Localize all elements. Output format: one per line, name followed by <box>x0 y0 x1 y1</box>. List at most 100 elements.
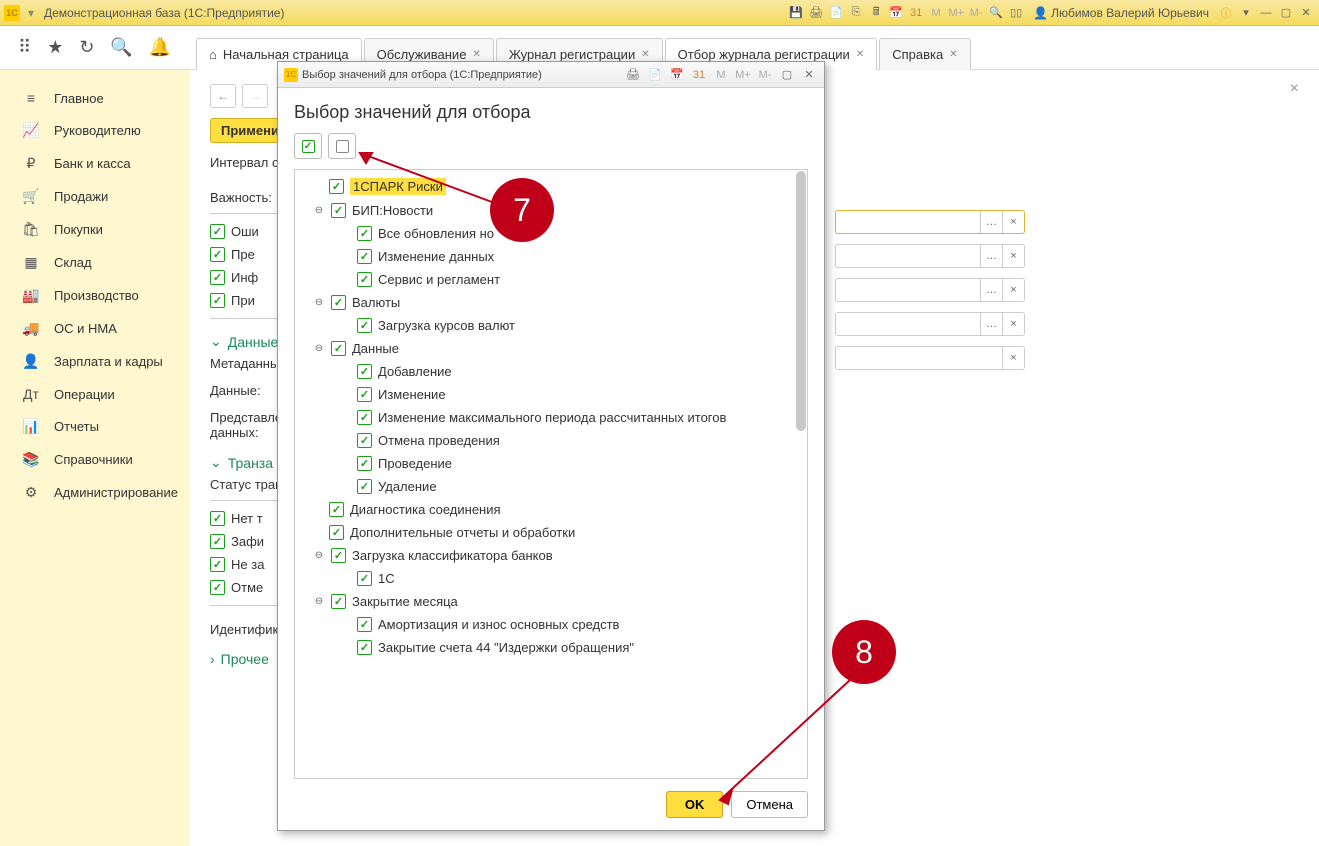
scrollbar[interactable] <box>796 171 806 431</box>
checkbox-icon[interactable]: ✓ <box>357 410 372 425</box>
tab-close-icon[interactable]: ✕ <box>856 49 864 60</box>
m-plus-icon[interactable]: M+ <box>734 69 752 81</box>
sidebar-item[interactable]: 🛍Покупки <box>0 213 190 246</box>
tree-item[interactable]: ✓Закрытие счета 44 "Издержки обращения" <box>295 636 807 659</box>
compare-icon[interactable]: ⎘ <box>847 4 865 22</box>
checkbox-icon[interactable]: ✓ <box>210 224 225 239</box>
sidebar-item[interactable]: ₽Банк и касса <box>0 147 190 180</box>
checkbox-icon[interactable]: ✓ <box>331 341 346 356</box>
expand-icon[interactable]: ⊖ <box>313 550 325 561</box>
expand-icon[interactable]: ⊖ <box>313 297 325 308</box>
info-dropdown-icon[interactable]: ▾ <box>1237 4 1255 22</box>
checkbox-icon[interactable]: ✓ <box>331 203 346 218</box>
checkbox-icon[interactable]: ✓ <box>210 580 225 595</box>
expand-icon[interactable]: ⊖ <box>313 343 325 354</box>
checkbox-icon[interactable]: ✓ <box>331 594 346 609</box>
tree-item[interactable]: ✓Проведение <box>295 452 807 475</box>
print-icon[interactable]: 🖨 <box>807 4 825 22</box>
checkbox-icon[interactable]: ✓ <box>357 272 372 287</box>
checkbox-icon[interactable]: ✓ <box>357 456 372 471</box>
apps-icon[interactable]: ⠿ <box>18 37 31 58</box>
tree-item[interactable]: ⊖✓Закрытие месяца <box>295 590 807 613</box>
checkbox-icon[interactable]: ✓ <box>357 226 372 241</box>
ellipsis-icon[interactable]: … <box>980 211 1002 233</box>
sidebar-item[interactable]: 📈Руководителю <box>0 114 190 147</box>
checkbox-icon[interactable]: ✓ <box>210 534 225 549</box>
sidebar-item[interactable]: ≡Главное <box>0 82 190 114</box>
tab-close-icon[interactable]: ✕ <box>472 49 480 60</box>
tree-item[interactable]: ✓Сервис и регламент <box>295 268 807 291</box>
m-minus-icon[interactable]: M- <box>967 4 985 22</box>
tree-item[interactable]: ✓Загрузка курсов валют <box>295 314 807 337</box>
sidebar-item[interactable]: ⚙Администрирование <box>0 476 190 509</box>
checkbox-icon[interactable]: ✓ <box>357 640 372 655</box>
tree-item[interactable]: ✓Дополнительные отчеты и обработки <box>295 521 807 544</box>
history-icon[interactable]: ↻ <box>79 37 94 58</box>
expand-icon[interactable]: ⊖ <box>313 596 325 607</box>
checkbox-icon[interactable]: ✓ <box>357 249 372 264</box>
tab-close-icon[interactable]: ✕ <box>641 49 649 60</box>
checkbox-icon[interactable]: ✓ <box>357 364 372 379</box>
sidebar-item[interactable]: 📊Отчеты <box>0 410 190 443</box>
expand-icon[interactable]: ⊖ <box>313 205 325 216</box>
field-events[interactable]: …× <box>835 210 1025 234</box>
user-label[interactable]: 👤Любимов Валерий Юрьевич <box>1033 6 1209 20</box>
m-plus-icon[interactable]: M+ <box>947 4 965 22</box>
maximize-icon[interactable]: ▢ <box>1277 4 1295 22</box>
tree-item[interactable]: ✓Добавление <box>295 360 807 383</box>
checkbox-icon[interactable]: ✓ <box>329 525 344 540</box>
clear-icon[interactable]: × <box>1002 313 1024 335</box>
checkbox-icon[interactable]: ✓ <box>210 247 225 262</box>
checkbox-icon[interactable]: ✓ <box>210 270 225 285</box>
minimize-icon[interactable]: — <box>1257 4 1275 22</box>
checkbox-icon[interactable]: ✓ <box>357 617 372 632</box>
field-4[interactable]: …× <box>835 312 1025 336</box>
calendar31-icon[interactable]: 31 <box>690 69 708 81</box>
tree-item[interactable]: ✓Все обновления но <box>295 222 807 245</box>
tree-item[interactable]: ✓Изменение данных <box>295 245 807 268</box>
clear-icon[interactable]: × <box>1002 279 1024 301</box>
close-icon[interactable]: ✕ <box>1297 4 1315 22</box>
info-icon[interactable]: ⓘ <box>1217 4 1235 22</box>
sidebar-item[interactable]: 🚚ОС и НМА <box>0 312 190 345</box>
ellipsis-icon[interactable]: … <box>980 313 1002 335</box>
check-all-button[interactable]: ✓ <box>294 133 322 159</box>
checkbox-icon[interactable]: ✓ <box>357 571 372 586</box>
checkbox-icon[interactable]: ✓ <box>331 295 346 310</box>
doc-icon[interactable]: 📄 <box>646 68 664 81</box>
tree-item[interactable]: ⊖✓Данные <box>295 337 807 360</box>
sidebar-item[interactable]: 🏭Производство <box>0 279 190 312</box>
save-icon[interactable]: 💾 <box>787 4 805 22</box>
nav-forward-button[interactable]: → <box>242 84 268 108</box>
checkbox-icon[interactable]: ✓ <box>210 557 225 572</box>
sidebar-item[interactable]: 📚Справочники <box>0 443 190 476</box>
field-5[interactable]: × <box>835 346 1025 370</box>
tree-item[interactable]: ⊖✓Валюты <box>295 291 807 314</box>
clear-icon[interactable]: × <box>1002 211 1024 233</box>
tab[interactable]: Справка✕ <box>879 38 970 70</box>
tree-item[interactable]: ⊖✓Загрузка классификатора банков <box>295 544 807 567</box>
checkbox-icon[interactable]: ✓ <box>331 548 346 563</box>
checkbox-icon[interactable]: ✓ <box>210 293 225 308</box>
checkbox-icon[interactable]: ✓ <box>357 433 372 448</box>
calendar-icon[interactable]: 📅 <box>668 68 686 81</box>
calendar31-icon[interactable]: 31 <box>907 4 925 22</box>
m-minus-icon[interactable]: M- <box>756 69 774 81</box>
m-icon[interactable]: M <box>927 4 945 22</box>
sidebar-item[interactable]: 👤Зарплата и кадры <box>0 345 190 378</box>
checkbox-icon[interactable]: ✓ <box>329 179 344 194</box>
bell-icon[interactable]: 🔔 <box>149 37 171 58</box>
zoom-icon[interactable]: 🔍 <box>987 4 1005 22</box>
tree-item[interactable]: ✓Диагностика соединения <box>295 498 807 521</box>
calc-icon[interactable]: 🖩 <box>867 4 885 22</box>
dropdown-icon[interactable]: ▾ <box>24 6 38 20</box>
ellipsis-icon[interactable]: … <box>980 245 1002 267</box>
m-icon[interactable]: M <box>712 69 730 81</box>
sidebar-item[interactable]: ДтОперации <box>0 378 190 410</box>
search-icon[interactable]: 🔍 <box>110 37 132 58</box>
calendar-icon[interactable]: 📅 <box>887 4 905 22</box>
checkbox-icon[interactable]: ✓ <box>357 318 372 333</box>
clear-icon[interactable]: × <box>1002 245 1024 267</box>
content-close-icon[interactable]: × <box>1290 80 1299 98</box>
tree-item[interactable]: ✓Изменение <box>295 383 807 406</box>
